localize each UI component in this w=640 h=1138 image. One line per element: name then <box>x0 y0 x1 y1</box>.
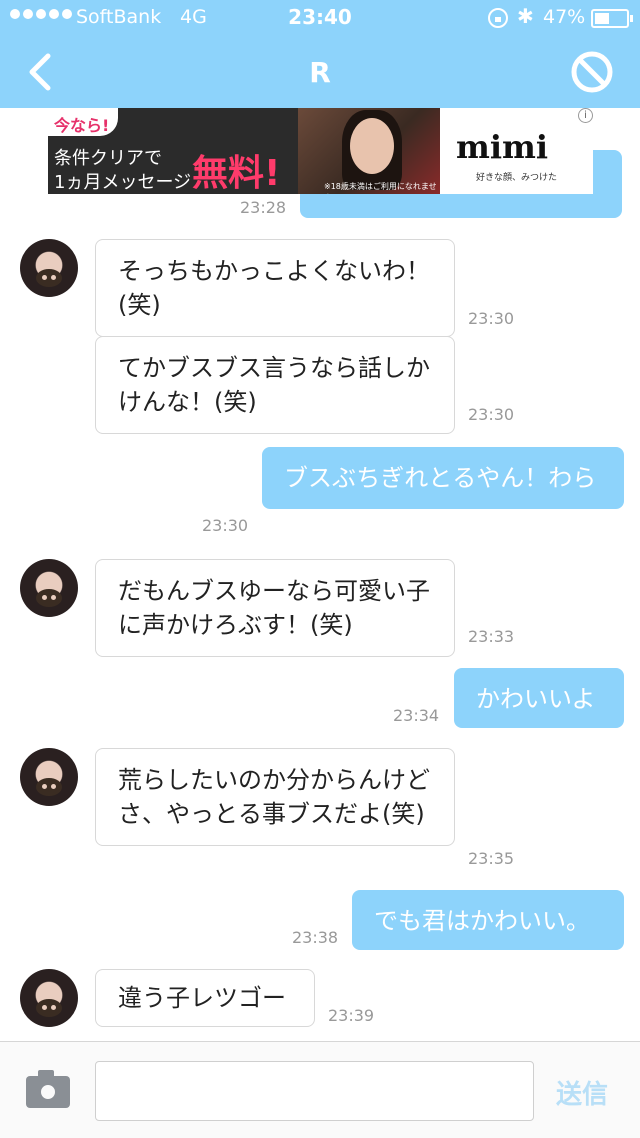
avatar[interactable] <box>20 239 78 297</box>
ad-line-2: 1ヵ月メッセージ <box>54 172 192 193</box>
message-time: 23:35 <box>468 849 515 868</box>
message-bubble-incoming[interactable]: 荒らしたいのか分からんけどさ、やっとる事ブスだよ(笑) <box>95 748 455 846</box>
avatar[interactable] <box>20 748 78 806</box>
ad-photo-face <box>350 118 394 174</box>
ad-brand-logo: mimi <box>456 128 549 166</box>
battery-cap <box>630 15 633 22</box>
ad-info-icon[interactable]: i <box>578 108 593 123</box>
camera-icon[interactable] <box>26 1070 70 1108</box>
message-bubble-incoming[interactable]: だもんブスゆーなら可愛い子に声かけろぶす！(笑) <box>95 559 455 657</box>
avatar-snout <box>36 269 62 287</box>
message-time: 23:33 <box>468 627 515 646</box>
camera-lens <box>38 1082 58 1102</box>
message-bubble-incoming[interactable]: そっちもかっこよくないわ！(笑) <box>95 239 455 337</box>
ad-line-1: 条件クリアで <box>54 148 162 169</box>
ad-tagline: 好きな顔、みつけた <box>476 173 558 183</box>
ad-free-label: 無料! <box>192 153 281 194</box>
avatar-snout <box>36 778 62 796</box>
conversation-title: R <box>309 56 331 89</box>
message-bubble-incoming[interactable]: 違う子レツゴー <box>95 969 315 1027</box>
message-bubble-incoming[interactable]: てかブスブス言うなら話しかけんな！(笑) <box>95 336 455 434</box>
ad-banner[interactable]: 今なら! 条件クリアで 1ヵ月メッセージ 無料! ※18歳未満はご利用になれませ… <box>48 108 593 194</box>
rotation-lock-icon <box>488 8 508 28</box>
ad-promo-label: 今なら! <box>48 108 118 136</box>
message-time: 23:30 <box>202 516 249 535</box>
bluetooth-icon: ✱ <box>517 4 534 28</box>
status-bar: SoftBank 4G 23:40 ✱ 47% <box>0 0 640 38</box>
avatar-snout <box>36 999 62 1017</box>
message-time: 23:30 <box>468 405 515 424</box>
block-icon <box>571 51 613 93</box>
message-bubble-outgoing[interactable]: かわいいよ <box>454 668 624 728</box>
message-time: 23:39 <box>328 1006 375 1025</box>
message-time: 23:28 <box>240 198 287 217</box>
message-time: 23:34 <box>393 706 440 725</box>
avatar[interactable] <box>20 969 78 1027</box>
ad-text-panel: 今なら! 条件クリアで 1ヵ月メッセージ 無料! ※18歳未満はご利用になれませ… <box>48 108 440 194</box>
message-bubble-outgoing[interactable]: でも君はかわいい。 <box>352 890 624 950</box>
avatar-snout <box>36 589 62 607</box>
message-input[interactable] <box>95 1061 534 1121</box>
composer-bar: 送信 <box>0 1041 640 1138</box>
battery-percent: 47% <box>543 6 586 28</box>
battery-level-fill <box>595 13 610 24</box>
header-bar: SoftBank 4G 23:40 ✱ 47% R <box>0 0 640 108</box>
send-button[interactable]: 送信 <box>556 1074 608 1111</box>
avatar[interactable] <box>20 559 78 617</box>
message-time: 23:30 <box>468 309 515 328</box>
ad-disclaimer: ※18歳未満はご利用になれません <box>324 182 437 194</box>
battery-icon <box>591 9 629 28</box>
block-button[interactable] <box>570 50 614 94</box>
message-time: 23:38 <box>292 928 339 947</box>
ad-brand-panel: mimi 好きな顔、みつけた <box>440 108 593 194</box>
message-bubble-outgoing[interactable]: ブスぶちぎれとるやん！わら <box>262 447 624 509</box>
